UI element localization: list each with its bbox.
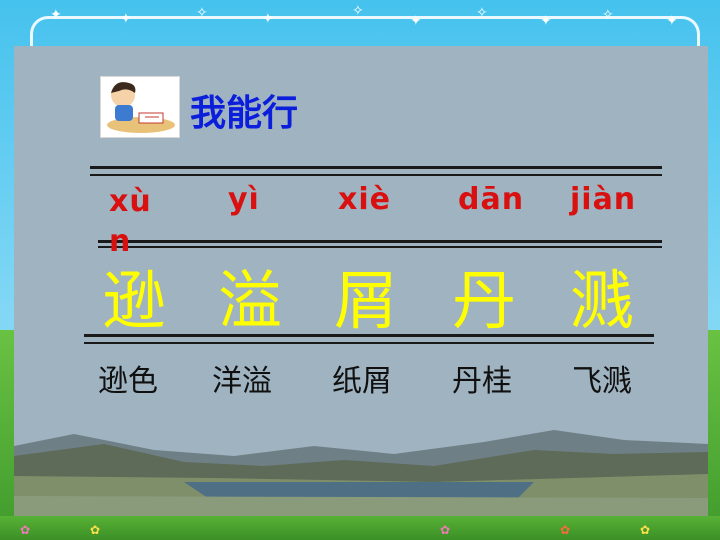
chinese-character: 溢 — [218, 265, 282, 339]
boy-reading-icon — [107, 82, 175, 133]
sparkle-icon: ✧ — [476, 5, 488, 21]
flower-icon: ✿ — [440, 523, 451, 537]
pinyin-label: yì — [228, 182, 260, 217]
chinese-character: 溅 — [570, 265, 634, 339]
sparkle-icon: ✦ — [50, 7, 62, 23]
sparkle-icon: ✦ — [120, 11, 132, 27]
middle-rule — [98, 246, 662, 248]
sparkle-icon: ✧ — [602, 7, 614, 23]
top-rule — [90, 166, 662, 169]
sparkle-icon: ✧ — [352, 3, 364, 19]
flower-icon: ✿ — [90, 523, 101, 537]
sparkle-icon: ✦ — [410, 13, 422, 29]
flower-icon: ✿ — [640, 523, 651, 537]
chinese-character: 丹 — [452, 265, 516, 339]
page-title: 我能行 — [190, 93, 299, 134]
lesson-panel: 我能行 xùn yì xiè dān jiàn 逊 溢 屑 丹 溅 逊色 洋溢 … — [14, 46, 708, 516]
chinese-character: 屑 — [334, 265, 398, 339]
grass-strip — [0, 516, 720, 540]
sparkle-icon: ✦ — [666, 13, 678, 29]
sparkle-icon: ✧ — [196, 5, 208, 21]
example-word: 飞溅 — [572, 364, 632, 399]
pinyin-label: xiè — [338, 182, 391, 217]
sparkle-icon: ✦ — [540, 13, 552, 29]
mountain-lake-scenery — [14, 430, 708, 516]
sparkle-icon: ✦ — [262, 11, 274, 27]
middle-rule — [98, 240, 662, 243]
example-word: 洋溢 — [212, 364, 272, 399]
avatar — [100, 76, 180, 138]
example-word: 纸屑 — [332, 364, 392, 399]
pinyin-label: dān — [458, 182, 525, 217]
flower-icon: ✿ — [20, 523, 31, 537]
bottom-rule — [84, 342, 654, 344]
pinyin-label: jiàn — [570, 182, 637, 217]
chinese-character: 逊 — [102, 265, 166, 339]
example-word: 丹桂 — [452, 364, 512, 399]
flower-icon: ✿ — [560, 523, 571, 537]
top-rule — [90, 174, 662, 176]
example-word: 逊色 — [98, 364, 158, 399]
